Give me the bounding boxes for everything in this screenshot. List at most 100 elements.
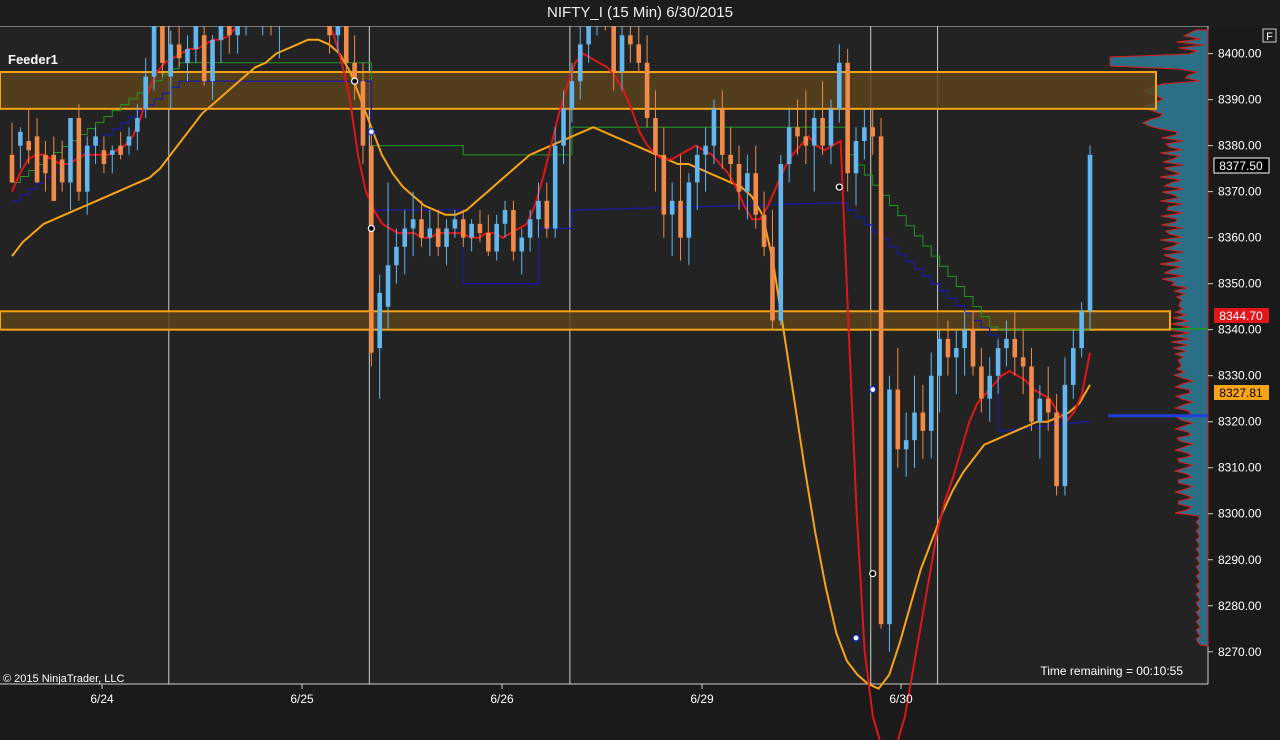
candle[interactable] [1087, 145, 1093, 330]
signal-dot [869, 385, 877, 394]
candle-body [611, 26, 616, 73]
candle-body [469, 223, 474, 238]
candle-body [962, 329, 967, 349]
candle-body [402, 228, 408, 247]
candle-body [552, 145, 558, 229]
candle-body [118, 145, 123, 155]
signal-dot [351, 77, 359, 85]
candle-body [135, 118, 140, 132]
candle-body [502, 210, 508, 224]
candle-body [419, 219, 424, 238]
candle-body [226, 26, 232, 36]
candle-body [669, 200, 675, 215]
candle-body [887, 389, 892, 625]
candle-body [979, 366, 984, 399]
candle-body [486, 233, 491, 252]
candle-body [845, 62, 850, 174]
candle-body [343, 26, 349, 63]
price-tick-label: 8400.00 [1218, 47, 1262, 61]
price-tick-label: 8270.00 [1218, 645, 1262, 659]
candle-body [511, 210, 516, 252]
candle-body [1079, 311, 1084, 349]
candle-body [636, 44, 642, 63]
candle-body [385, 265, 391, 307]
candle-body [970, 329, 976, 367]
candle-body [1012, 338, 1018, 358]
candle-body [544, 200, 550, 229]
candle-body [1087, 154, 1093, 312]
copyright-label: © 2015 NinjaTrader, LLC [3, 673, 124, 685]
candle-body [1045, 398, 1051, 413]
candle-body [335, 26, 341, 36]
candle-body [210, 39, 215, 82]
candle-body [460, 219, 466, 238]
time-tick-label: 6/30 [889, 692, 913, 706]
candle-body [43, 154, 48, 174]
candle-body [561, 108, 566, 146]
price-tick-label: 8280.00 [1218, 599, 1262, 613]
candle-body [151, 26, 157, 77]
candle-body [953, 348, 959, 358]
time-tick-label: 6/29 [690, 692, 714, 706]
price-tick-label: 8290.00 [1218, 553, 1262, 567]
candle-body [18, 131, 23, 146]
candle-body [811, 118, 817, 146]
price-chart[interactable]: 8400.00 8390.00 8380.00 8370.00 8360.00 8350.… [0, 26, 1280, 740]
candle-body [653, 118, 658, 155]
plot-background [0, 26, 1208, 684]
candle-body [452, 219, 458, 229]
candle-body [185, 49, 190, 63]
last-price-flag-label: 8377.50 [1219, 159, 1263, 173]
candle-body [703, 145, 708, 155]
candle-body [93, 136, 98, 146]
candle-body [795, 127, 800, 137]
candle-body [995, 348, 1001, 376]
signal-dot [869, 569, 877, 578]
price-tick-label: 8390.00 [1218, 93, 1262, 107]
candle-body [837, 62, 842, 109]
candle-body [586, 26, 591, 45]
candle-body [201, 35, 207, 82]
price-tick-label: 8320.00 [1218, 415, 1262, 429]
candle-body [895, 389, 901, 450]
candle-body [987, 375, 993, 399]
candle-body [9, 154, 15, 183]
candle[interactable] [76, 104, 82, 201]
candle-body [1062, 384, 1068, 487]
candle[interactable] [878, 118, 884, 629]
candle-body [536, 200, 541, 220]
candle-body [519, 237, 525, 252]
candle-body [761, 214, 767, 247]
candle-body [1054, 412, 1059, 487]
candle[interactable] [369, 127, 374, 367]
candle-body [778, 164, 784, 321]
orange-ma-flag-label: 8327.81 [1219, 386, 1263, 400]
candle-body [126, 136, 132, 146]
candle-body [193, 26, 199, 50]
time-tick-label: 6/24 [90, 692, 114, 706]
candle[interactable] [845, 49, 850, 192]
price-tick-label: 8300.00 [1218, 507, 1262, 521]
price-tick-label: 8380.00 [1218, 139, 1262, 153]
candle-body [360, 81, 366, 146]
candle-body [745, 173, 750, 192]
signal-dot [852, 634, 860, 642]
candle-body [711, 108, 717, 146]
candle-body [327, 26, 332, 36]
red-ma-flag-label: 8344.70 [1219, 309, 1263, 323]
candle-body [619, 35, 625, 73]
candle-body [427, 228, 433, 238]
candle-body [853, 141, 859, 174]
candle-body [912, 412, 917, 441]
candle[interactable] [887, 375, 892, 652]
chart-area[interactable]: 8400.00 8390.00 8380.00 8370.00 8360.00 8350.… [0, 26, 1280, 740]
candle[interactable] [778, 154, 784, 326]
candle-body [577, 44, 583, 82]
candle-body [101, 150, 107, 165]
candle-body [803, 136, 809, 146]
price-tick-label: 8360.00 [1218, 231, 1262, 245]
candle-body [786, 127, 792, 165]
candle-body [218, 26, 224, 40]
candle-body [720, 108, 725, 155]
candle-body [1070, 348, 1076, 385]
